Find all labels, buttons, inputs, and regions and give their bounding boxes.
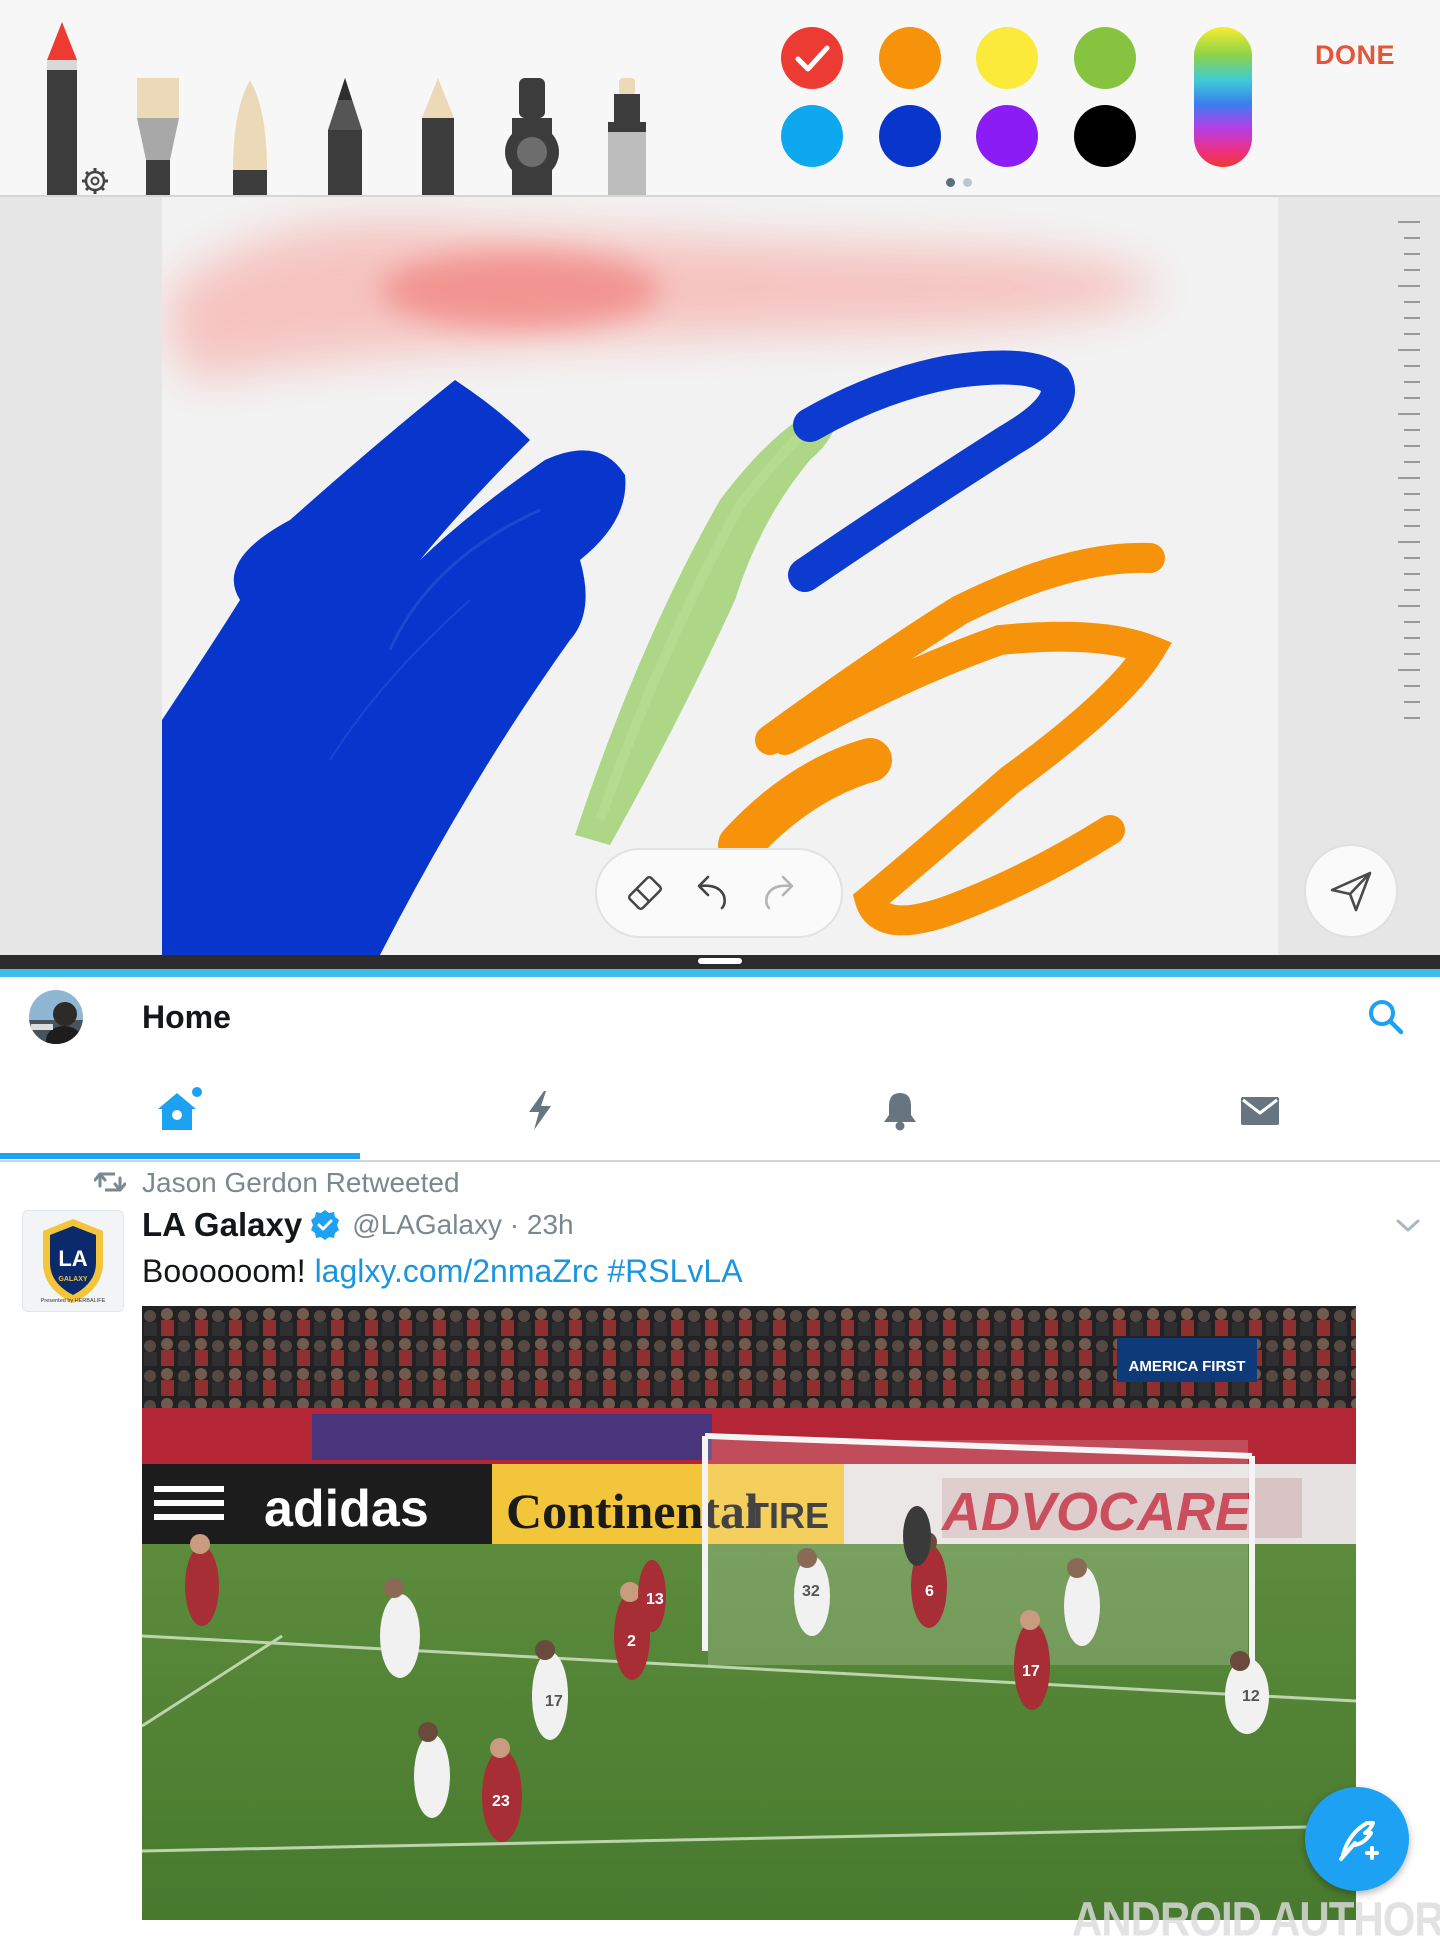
pencil-icon[interactable]	[328, 78, 362, 195]
retweet-icon	[94, 1172, 126, 1192]
tweet-author-avatar[interactable]: LA GALAXY Presented by HERBALIFE	[22, 1210, 124, 1312]
retweet-attribution[interactable]: Jason Gerdon Retweeted	[142, 1167, 460, 1199]
tab-bar	[0, 1060, 1440, 1162]
calligraphy-brush-icon[interactable]	[137, 78, 179, 195]
tweet-text: Boooooom! laglxy.com/2nmaZrc #RSLvLA	[142, 1253, 743, 1290]
compose-tweet-icon	[1339, 1821, 1379, 1861]
highlighter-icon[interactable]	[608, 78, 646, 195]
verified-badge-icon	[311, 1210, 340, 1240]
color-swatch-blue[interactable]	[879, 105, 941, 167]
svg-text:AMERICA FIRST: AMERICA FIRST	[1129, 1358, 1246, 1375]
adidas-board: adidas	[264, 1480, 429, 1538]
color-swatch-light-blue[interactable]	[781, 105, 843, 167]
chevron-down-icon[interactable]	[1395, 1218, 1421, 1234]
pen-settings-icon[interactable]	[82, 168, 108, 194]
drawing-canvas[interactable]	[162, 197, 1278, 955]
color-swatch-yellow[interactable]	[976, 27, 1038, 89]
tweet-author-name[interactable]: LA Galaxy	[142, 1206, 302, 1244]
tab-home[interactable]	[0, 1060, 360, 1160]
active-window-indicator	[0, 969, 1440, 977]
stroke-blue-brush	[162, 380, 626, 955]
svg-text:13: 13	[646, 1591, 664, 1608]
color-swatch-black[interactable]	[1074, 105, 1136, 167]
tweet-media[interactable]: AMERICA FIRST adidas Continental TIRE AD…	[142, 1306, 1356, 1920]
moments-icon	[529, 1091, 551, 1130]
stroke-blue-line	[788, 350, 1075, 592]
redo-icon[interactable]	[765, 875, 794, 910]
search-icon[interactable]	[1366, 997, 1406, 1037]
pen-tools	[47, 22, 646, 195]
page-title: Home	[142, 999, 231, 1035]
svg-text:17: 17	[1022, 1663, 1040, 1680]
messages-icon	[1241, 1097, 1279, 1125]
svg-text:GALAXY: GALAXY	[58, 1276, 88, 1283]
tab-notifications[interactable]	[720, 1060, 1080, 1160]
svg-text:12: 12	[1242, 1688, 1260, 1705]
eraser-icon[interactable]	[628, 876, 662, 910]
checkmark-icon	[795, 45, 830, 72]
undo-icon[interactable]	[697, 875, 726, 910]
send-icon	[1330, 871, 1372, 912]
svg-text:17: 17	[545, 1693, 563, 1710]
done-button[interactable]: DONE	[1315, 40, 1395, 71]
tab-messages[interactable]	[1080, 1060, 1440, 1160]
svg-text:32: 32	[802, 1583, 820, 1600]
tweet-text-body: Boooooom!	[142, 1253, 315, 1289]
home-icon	[158, 1087, 202, 1130]
svg-text:6: 6	[925, 1583, 934, 1600]
tab-moments[interactable]	[360, 1060, 720, 1160]
chalk-icon[interactable]	[422, 78, 454, 195]
split-screen-handle[interactable]	[698, 958, 742, 964]
tweet-handle-time: @LAGalaxy · 23h	[352, 1209, 574, 1240]
logo-sponsor-text: Presented by HERBALIFE	[40, 1298, 106, 1304]
edit-controls	[595, 848, 843, 938]
scroll-ruler[interactable]	[1278, 217, 1440, 757]
tweet-header: LA Galaxy @LAGalaxy · 23h	[142, 1204, 574, 1246]
compose-tweet-button[interactable]	[1305, 1787, 1409, 1891]
color-swatch-purple[interactable]	[976, 105, 1038, 167]
pen-toolbar: DONE	[0, 0, 1440, 197]
active-tab-indicator	[0, 1153, 360, 1159]
canvas-margin-left	[0, 197, 162, 955]
notifications-icon	[884, 1093, 916, 1131]
brush-icon[interactable]	[233, 80, 267, 195]
svg-text:23: 23	[492, 1793, 510, 1810]
tweet-link[interactable]: laglxy.com/2nmaZrc	[315, 1253, 599, 1289]
canvas-margin-right	[1278, 197, 1440, 955]
page-dot	[963, 178, 972, 187]
send-button[interactable]	[1304, 844, 1398, 938]
pen-icon[interactable]	[47, 22, 77, 195]
color-swatch-green[interactable]	[1074, 27, 1136, 89]
tweet-hashtag[interactable]: #RSLvLA	[607, 1253, 742, 1289]
page-dot-active	[946, 178, 955, 187]
avatar[interactable]	[29, 990, 83, 1044]
svg-text:2: 2	[627, 1633, 636, 1650]
svg-text:LA: LA	[58, 1246, 87, 1271]
color-swatch-orange[interactable]	[879, 27, 941, 89]
color-spectrum-icon[interactable]	[1194, 27, 1252, 167]
marker-icon[interactable]	[505, 78, 559, 195]
la-galaxy-logo: LA GALAXY	[43, 1219, 103, 1303]
